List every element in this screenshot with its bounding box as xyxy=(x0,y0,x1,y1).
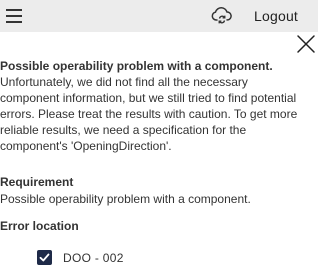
cloud-sync-icon[interactable] xyxy=(211,5,233,27)
top-bar: Logout xyxy=(0,0,318,32)
logout-button[interactable]: Logout xyxy=(254,8,298,24)
requirement-title: Requirement xyxy=(0,175,74,189)
app-window: Logout Possible operability problem with… xyxy=(0,0,318,278)
message-headline: Possible operability problem with a comp… xyxy=(0,59,273,73)
error-location-label: DOO - 002 xyxy=(63,250,124,265)
error-location-title: Error location xyxy=(0,219,79,233)
menu-icon[interactable] xyxy=(6,9,22,23)
check-icon xyxy=(39,253,50,262)
checkbox-checked[interactable] xyxy=(37,250,52,265)
close-icon[interactable] xyxy=(296,34,316,54)
requirement-text: Possible operability problem with a comp… xyxy=(0,192,251,206)
error-location-item[interactable]: DOO - 002 xyxy=(37,249,124,266)
message-body: Unfortunately, we did not find all the n… xyxy=(0,75,298,153)
message-panel: Possible operability problem with a comp… xyxy=(0,58,300,154)
